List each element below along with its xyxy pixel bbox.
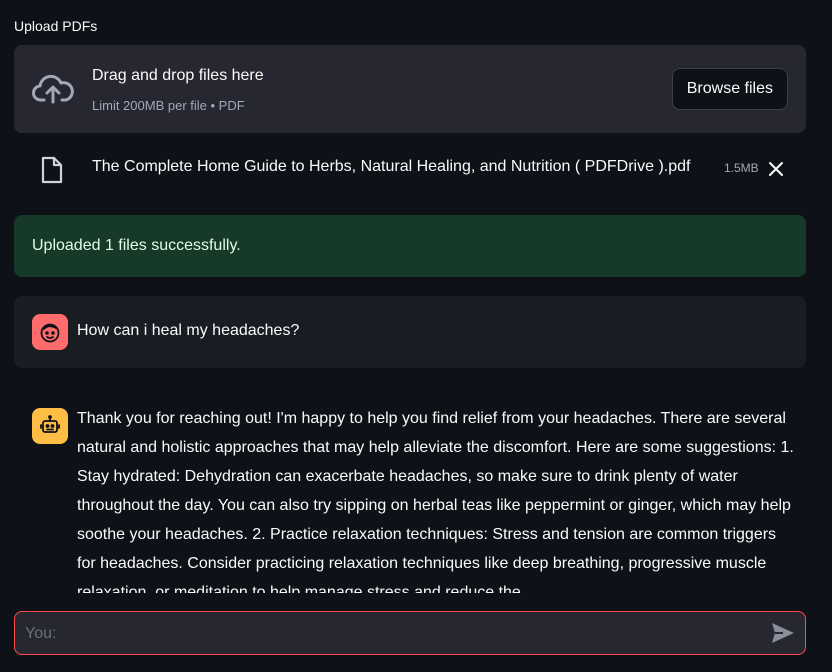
uploaded-file-row: The Complete Home Guide to Herbs, Natura…	[14, 150, 806, 188]
file-size: 1.5MB	[724, 161, 759, 175]
dropzone-limit-text: Limit 200MB per file • PDF	[92, 98, 245, 113]
chat-input-box[interactable]	[14, 611, 806, 656]
file-icon	[41, 156, 63, 184]
user-face-icon	[32, 314, 68, 350]
chat-message-assistant: Thank you for reaching out! I'm happy to…	[14, 398, 806, 593]
chat-message-text: Thank you for reaching out! I'm happy to…	[77, 410, 794, 593]
file-dropzone[interactable]: Drag and drop files here Limit 200MB per…	[14, 45, 806, 133]
file-name: The Complete Home Guide to Herbs, Natura…	[92, 158, 691, 175]
browse-files-button[interactable]: Browse files	[671, 68, 788, 110]
success-message: Uploaded 1 files successfully.	[32, 237, 241, 254]
uploader-label: Upload PDFs	[14, 18, 98, 34]
chat-input[interactable]	[23, 612, 767, 656]
send-icon[interactable]	[771, 622, 795, 644]
cloud-upload-icon	[32, 74, 74, 104]
app-page: Upload PDFs Drag and drop files here Lim…	[0, 0, 832, 672]
robot-icon	[32, 408, 68, 444]
chat-message-user: How can i heal my headaches?	[14, 296, 806, 368]
remove-file-icon[interactable]	[768, 161, 784, 177]
success-alert: Uploaded 1 files successfully.	[14, 215, 806, 277]
dropzone-title: Drag and drop files here	[92, 67, 264, 84]
chat-message-text: How can i heal my headaches?	[77, 322, 300, 339]
